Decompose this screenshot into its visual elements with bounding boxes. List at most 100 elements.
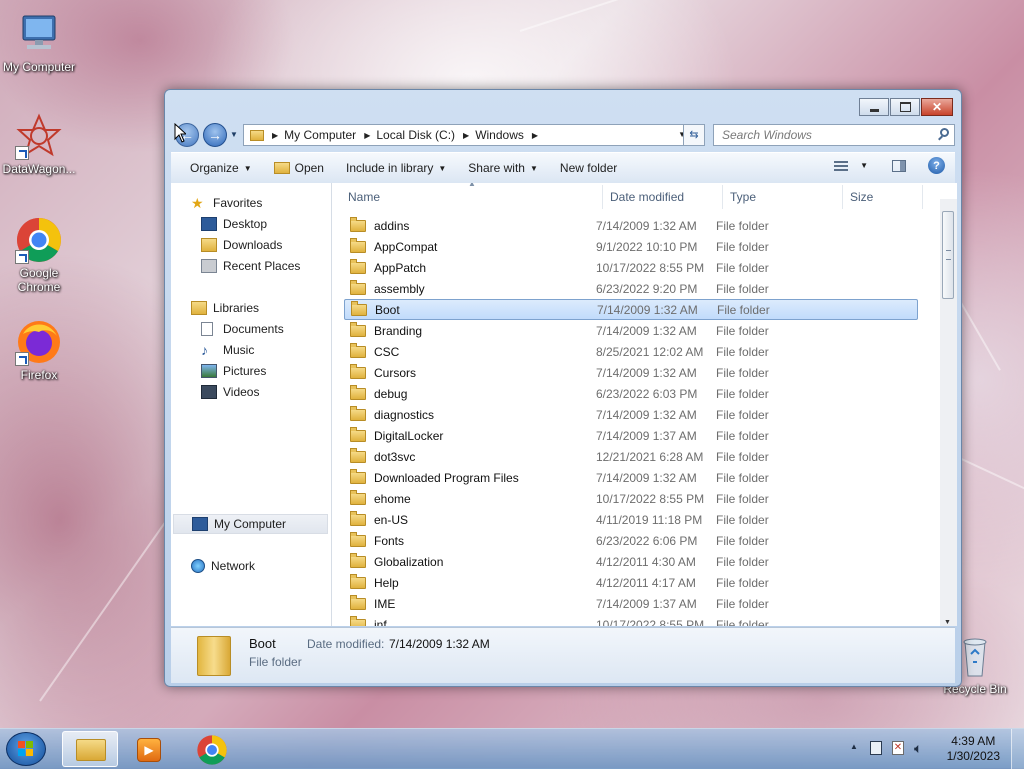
breadcrumb-separator-icon[interactable]: ▶: [364, 131, 370, 140]
explorer-window[interactable]: ✕ ← → ▼ ▶ My Computer ▶ Local Disk (C:) …: [164, 89, 962, 687]
table-row[interactable]: Boot 7/14/2009 1:32 AM File folder: [344, 299, 918, 320]
nav-documents[interactable]: Documents: [201, 319, 284, 339]
file-date-modified: 7/14/2009 1:32 AM: [596, 218, 697, 233]
desktop-icon-firefox[interactable]: Firefox: [0, 318, 78, 382]
nav-recent-places[interactable]: Recent Places: [201, 256, 300, 276]
address-bar[interactable]: ▶ My Computer ▶ Local Disk (C:) ▶ Window…: [243, 124, 693, 146]
desktop-icon-chrome[interactable]: Google Chrome: [0, 216, 78, 294]
recent-pages-dropdown[interactable]: ▼: [230, 130, 238, 139]
include-in-library-button[interactable]: Include in library ▼: [337, 157, 455, 179]
taskbar-explorer-button[interactable]: [62, 731, 118, 767]
grip-icon: [946, 250, 951, 260]
taskbar-chrome-button[interactable]: [184, 731, 240, 767]
file-type: File folder: [716, 470, 769, 485]
file-type: File folder: [716, 260, 769, 275]
desktop-icon-label: Firefox: [20, 368, 58, 382]
shortcut-arrow-icon: [15, 250, 29, 264]
share-with-button[interactable]: Share with ▼: [459, 157, 547, 179]
breadcrumb-separator-icon[interactable]: ▶: [532, 131, 538, 140]
table-row[interactable]: IME 7/14/2009 1:37 AM File folder: [344, 593, 918, 614]
table-row[interactable]: assembly 6/23/2022 9:20 PM File folder: [344, 278, 918, 299]
start-button[interactable]: [6, 732, 46, 766]
organize-button[interactable]: Organize ▼: [181, 157, 261, 179]
help-button[interactable]: ?: [928, 157, 945, 174]
nav-desktop[interactable]: Desktop: [201, 214, 267, 234]
file-list[interactable]: Name ▲ Date modified Type Size addins 7/1…: [332, 183, 957, 626]
chevron-down-icon[interactable]: ▼: [860, 161, 868, 170]
breadcrumb-windows[interactable]: Windows: [475, 128, 524, 142]
details-date-label: Date modified:: [307, 637, 385, 651]
scrollbar-thumb[interactable]: [942, 211, 954, 299]
maximize-button[interactable]: [890, 98, 920, 116]
refresh-icon: ⇆: [689, 129, 699, 141]
nav-pictures[interactable]: Pictures: [201, 361, 266, 381]
open-button[interactable]: Open: [265, 157, 333, 179]
breadcrumb-local-disk[interactable]: Local Disk (C:): [376, 128, 455, 142]
music-icon: ♪: [201, 342, 208, 358]
vertical-scrollbar[interactable]: ▼: [940, 199, 957, 626]
close-button[interactable]: ✕: [921, 98, 953, 116]
nav-my-computer[interactable]: My Computer: [173, 514, 328, 534]
file-name: Downloaded Program Files: [374, 470, 519, 485]
column-header-type[interactable]: Type: [730, 183, 756, 211]
file-name: Fonts: [374, 533, 405, 548]
view-details-icon: [834, 160, 849, 171]
column-header-date-modified[interactable]: Date modified: [610, 183, 684, 211]
nav-network-label: Network: [211, 559, 256, 573]
file-name: Branding: [374, 323, 423, 338]
minimize-button[interactable]: [859, 98, 889, 116]
forward-button[interactable]: →: [203, 123, 227, 147]
scroll-down-arrow-icon[interactable]: ▼: [944, 619, 951, 626]
table-row[interactable]: Branding 7/14/2009 1:32 AM File folder: [344, 320, 918, 341]
new-folder-button[interactable]: New folder: [551, 157, 626, 179]
show-hidden-icons-button[interactable]: ▲: [850, 742, 858, 751]
file-type: File folder: [716, 407, 769, 422]
breadcrumb-separator-icon[interactable]: ▶: [272, 131, 278, 140]
file-type: File folder: [716, 386, 769, 401]
column-divider[interactable]: [842, 185, 843, 209]
system-clock[interactable]: 4:39 AM 1/30/2023: [947, 734, 1000, 764]
nav-music[interactable]: ♪ Music: [201, 340, 254, 360]
nav-videos[interactable]: Videos: [201, 382, 259, 402]
column-header-size[interactable]: Size: [850, 183, 873, 211]
desktop-icon-my-computer[interactable]: My Computer: [0, 10, 78, 74]
nav-downloads[interactable]: Downloads: [201, 235, 282, 255]
table-row[interactable]: en-US 4/11/2019 11:18 PM File folder: [344, 509, 918, 530]
breadcrumb-separator-icon[interactable]: ▶: [463, 131, 469, 140]
table-row[interactable]: diagnostics 7/14/2009 1:32 AM File folder: [344, 404, 918, 425]
table-row[interactable]: addins 7/14/2009 1:32 AM File folder: [344, 215, 918, 236]
table-row[interactable]: Fonts 6/23/2022 6:06 PM File folder: [344, 530, 918, 551]
table-row[interactable]: inf 10/17/2022 8:55 PM File folder: [344, 614, 918, 626]
volume-icon[interactable]: 🔈︎: [914, 740, 922, 757]
nav-favorites[interactable]: ★ Favorites: [191, 193, 262, 213]
table-row[interactable]: Globalization 4/12/2011 4:30 AM File folde…: [344, 551, 918, 572]
star-icon: ★: [191, 195, 204, 211]
change-view-button[interactable]: ▼: [834, 160, 868, 171]
column-divider[interactable]: [922, 185, 923, 209]
table-row[interactable]: AppPatch 10/17/2022 8:55 PM File folder: [344, 257, 918, 278]
column-divider[interactable]: [602, 185, 603, 209]
search-input[interactable]: Search Windows: [713, 124, 955, 146]
column-header-name[interactable]: Name: [348, 183, 380, 211]
column-divider[interactable]: [722, 185, 723, 209]
table-row[interactable]: Downloaded Program Files 7/14/2009 1:32 A…: [344, 467, 918, 488]
action-center-icon[interactable]: ✕: [892, 741, 904, 755]
table-row[interactable]: dot3svc 12/21/2021 6:28 AM File folder: [344, 446, 918, 467]
table-row[interactable]: AppCompat 9/1/2022 10:10 PM File folder: [344, 236, 918, 257]
nav-libraries[interactable]: Libraries: [191, 298, 259, 318]
explorer-icon: [76, 739, 106, 761]
nav-network[interactable]: Network: [191, 556, 255, 576]
breadcrumb-my-computer[interactable]: My Computer: [284, 128, 356, 142]
preview-pane-button[interactable]: [892, 159, 906, 172]
desktop-icon-datawagon[interactable]: DataWagon...: [0, 112, 78, 176]
table-row[interactable]: Cursors 7/14/2009 1:32 AM File folder: [344, 362, 918, 383]
table-row[interactable]: Help 4/12/2011 4:17 AM File folder: [344, 572, 918, 593]
table-row[interactable]: ehome 10/17/2022 8:55 PM File folder: [344, 488, 918, 509]
table-row[interactable]: DigitalLocker 7/14/2009 1:37 AM File folde…: [344, 425, 918, 446]
taskbar-media-player-button[interactable]: ▶: [122, 731, 178, 767]
table-row[interactable]: debug 6/23/2022 6:03 PM File folder: [344, 383, 918, 404]
show-desktop-button[interactable]: [1011, 729, 1024, 769]
network-tray-icon[interactable]: [870, 741, 882, 755]
refresh-button[interactable]: ⇆: [683, 124, 705, 146]
table-row[interactable]: CSC 8/25/2021 12:02 AM File folder: [344, 341, 918, 362]
